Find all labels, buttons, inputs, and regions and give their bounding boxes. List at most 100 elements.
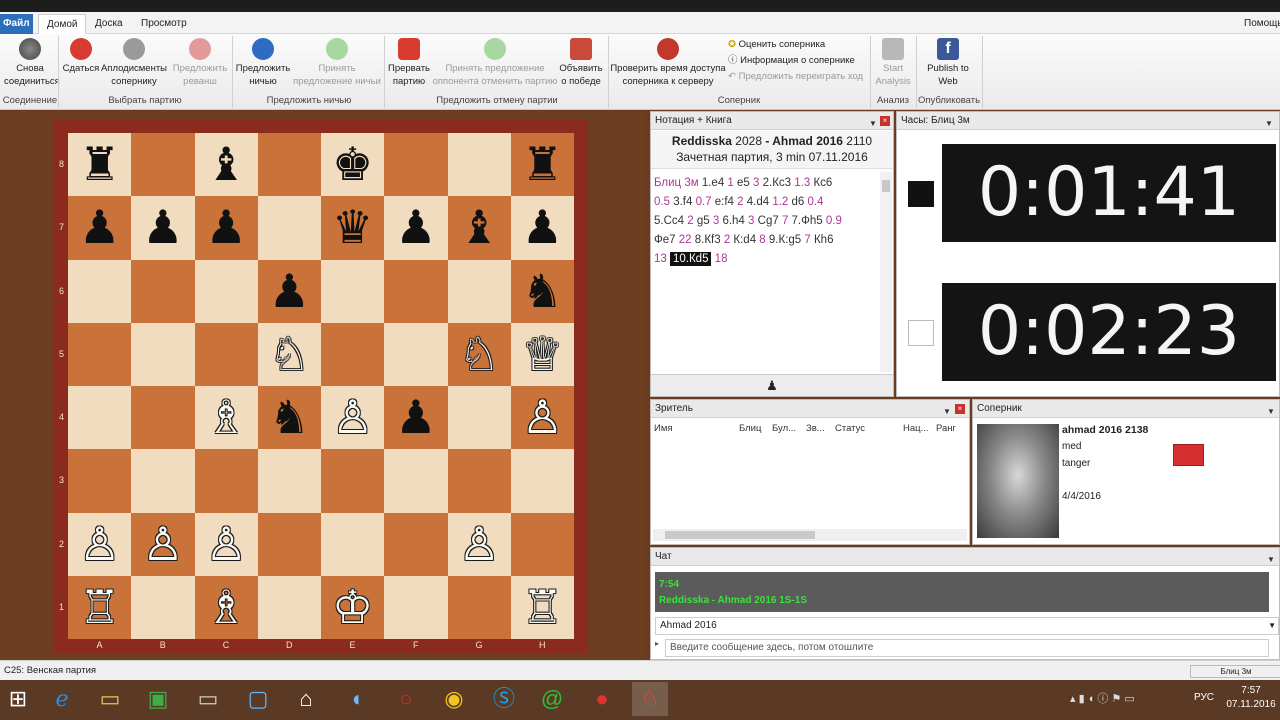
square-d3[interactable]	[257, 449, 321, 513]
white-knight-piece[interactable]: ♘	[258, 323, 321, 386]
explorer-icon[interactable]: ▭	[92, 682, 128, 716]
tab-board[interactable]: Доска	[87, 14, 131, 34]
move[interactable]: 1.e4	[699, 177, 728, 189]
start-analysis-button[interactable]: Start Analysis	[872, 38, 914, 88]
accept-draw-button[interactable]: Принять предложение ничьи	[292, 38, 382, 88]
white-king-piece[interactable]: ♔	[321, 576, 384, 639]
black-pawn-piece[interactable]: ♟	[384, 386, 447, 449]
square-f3[interactable]	[384, 449, 448, 513]
square-h2[interactable]	[510, 512, 574, 576]
computer-icon[interactable]: ▭	[190, 682, 226, 716]
square-f1[interactable]	[384, 575, 448, 639]
col-status[interactable]: Статус	[835, 423, 865, 434]
col-stars[interactable]: Зв...	[806, 423, 825, 434]
dropdown-icon[interactable]: ▼	[943, 403, 951, 421]
chat-recipient-select[interactable]: Ahmad 2016 ▼	[655, 617, 1279, 635]
move[interactable]: 4.d4	[744, 196, 773, 208]
abort-button[interactable]: Прервать партию	[386, 38, 432, 88]
tab-home[interactable]: Домой	[38, 14, 87, 34]
offer-replay-button[interactable]: ↶ Предложить переиграть ход	[728, 70, 863, 84]
col-rank[interactable]: Ранг	[936, 423, 956, 434]
tab-view[interactable]: Просмотр	[133, 14, 195, 34]
move[interactable]: Сg7	[754, 215, 782, 227]
white-pawn-piece[interactable]: ♙	[511, 386, 574, 449]
col-blitz[interactable]: Блиц	[739, 423, 761, 434]
publish-button[interactable]: f Publish to Web	[918, 38, 978, 88]
rematch-button[interactable]: Предложить реванш	[170, 38, 230, 88]
square-g1[interactable]	[447, 575, 511, 639]
white-pawn-piece[interactable]: ♙	[195, 513, 258, 576]
black-knight-piece[interactable]: ♞	[511, 260, 574, 323]
square-g4[interactable]	[447, 386, 511, 450]
black-pawn-piece[interactable]: ♟	[195, 196, 258, 259]
white-rook-piece[interactable]: ♖	[511, 576, 574, 639]
square-e6[interactable]	[321, 259, 385, 323]
white-bishop-piece[interactable]: ♗	[195, 386, 258, 449]
move-list[interactable]: Блиц 3м 1.e4 1 e5 3 2.Кс3 1.3 Кс6 0.5 3.f…	[654, 174, 876, 269]
tray-icons[interactable]: ▴ ▮ ◖ ⓘ ⚑ ▭	[1070, 690, 1135, 706]
move[interactable]: 2.Кс3	[759, 177, 794, 189]
square-d1[interactable]	[257, 575, 321, 639]
move[interactable]: e:f4	[712, 196, 738, 208]
white-queen-piece[interactable]: ♕	[511, 323, 574, 386]
square-b1[interactable]	[131, 575, 195, 639]
horizontal-scrollbar[interactable]	[653, 529, 967, 541]
record-icon[interactable]: ●	[584, 682, 620, 716]
move[interactable]: Кh6	[811, 234, 834, 246]
chat-input[interactable]: Введите сообщение здесь, потом отошлите	[665, 639, 1269, 657]
black-pawn-piece[interactable]: ♟	[511, 196, 574, 259]
square-a4[interactable]	[68, 386, 132, 450]
black-bishop-piece[interactable]: ♝	[195, 133, 258, 196]
square-g8[interactable]	[447, 133, 511, 197]
dropdown-icon[interactable]: ▼	[1267, 403, 1275, 421]
help-menu[interactable]: Помощь	[1236, 14, 1280, 34]
speaker-icon[interactable]: ◖	[338, 682, 374, 716]
square-d7[interactable]	[257, 196, 321, 260]
white-knight-piece[interactable]: ♘	[448, 323, 511, 386]
square-b4[interactable]	[131, 386, 195, 450]
skype-icon[interactable]: Ⓢ	[486, 682, 522, 716]
square-b8[interactable]	[131, 133, 195, 197]
black-queen-piece[interactable]: ♛	[321, 196, 384, 259]
black-pawn-piece[interactable]: ♟	[258, 260, 321, 323]
move[interactable]: g5	[694, 215, 713, 227]
white-pawn-piece[interactable]: ♙	[131, 513, 194, 576]
scrollbar-thumb[interactable]	[665, 531, 815, 539]
square-c5[interactable]	[194, 322, 258, 386]
applaud-button[interactable]: Аплодисменты сопернику	[100, 38, 168, 88]
square-d2[interactable]	[257, 512, 321, 576]
app-icon[interactable]: ▢	[240, 682, 276, 716]
move[interactable]: 8.Кf3	[692, 234, 724, 246]
move[interactable]: Фе7	[654, 234, 679, 246]
square-c6[interactable]	[194, 259, 258, 323]
black-rook-piece[interactable]: ♜	[68, 133, 131, 196]
square-f5[interactable]	[384, 322, 448, 386]
move[interactable]: 7.Фh5	[788, 215, 826, 227]
square-c3[interactable]	[194, 449, 258, 513]
chrome-icon[interactable]: ◉	[436, 682, 472, 716]
check-time-button[interactable]: Проверить время доступа соперника к серв…	[610, 38, 726, 88]
square-a3[interactable]	[68, 449, 132, 513]
file-menu[interactable]: Файл	[0, 14, 33, 34]
dropdown-icon[interactable]: ▼	[1267, 551, 1275, 569]
notation-scrollbar[interactable]	[880, 172, 892, 372]
ie-icon[interactable]: ℯ	[44, 682, 80, 716]
black-pawn-piece[interactable]: ♟	[384, 196, 447, 259]
square-a6[interactable]	[68, 259, 132, 323]
col-name[interactable]: Имя	[654, 423, 673, 434]
black-king-piece[interactable]: ♚	[321, 133, 384, 196]
opponent-info-button[interactable]: ⓘ Информация о сопернике	[728, 54, 855, 68]
white-rook-piece[interactable]: ♖	[68, 576, 131, 639]
square-d8[interactable]	[257, 133, 321, 197]
square-a5[interactable]	[68, 322, 132, 386]
square-g6[interactable]	[447, 259, 511, 323]
offer-draw-button[interactable]: Предложить ничью	[234, 38, 292, 88]
white-pawn-piece[interactable]: ♙	[448, 513, 511, 576]
clock-tray[interactable]: 7:57 07.11.2016	[1226, 684, 1276, 712]
white-bishop-piece[interactable]: ♗	[195, 576, 258, 639]
language-indicator[interactable]: РУС	[1194, 692, 1214, 703]
move[interactable]: 3.f4	[670, 196, 696, 208]
col-bullet[interactable]: Бул...	[772, 423, 796, 434]
square-h3[interactable]	[510, 449, 574, 513]
chess-app-icon[interactable]: ♘	[632, 682, 668, 716]
